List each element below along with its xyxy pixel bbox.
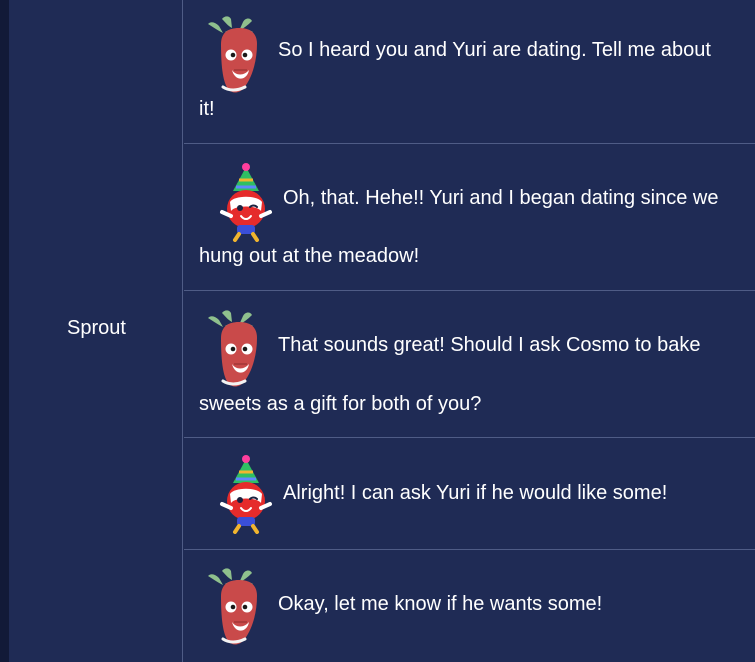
strawberry-character-icon (207, 309, 271, 391)
message-text-line-1: Okay, let me know if he wants some! (278, 593, 603, 615)
speaker-name: Sprout (67, 317, 126, 339)
dialogue-row: Okay, let me know if he wants some! (184, 550, 755, 662)
message-text-line-2: hung out at the meadow! (199, 245, 420, 267)
message-text-line-2: it! (199, 98, 215, 120)
dialogue-row: That sounds great! Should I ask Cosmo to… (184, 291, 755, 438)
party-hat-character-icon (214, 160, 278, 242)
message-text-line-1: Oh, that. Hehe!! Yuri and I began dating… (283, 187, 719, 209)
strawberry-character-icon (207, 15, 271, 97)
message-text-line-1: That sounds great! Should I ask Cosmo to… (278, 334, 701, 356)
dialogue-rows: So I heard you and Yuri are dating. Tell… (184, 0, 755, 662)
dialogue-row: Oh, that. Hehe!! Yuri and I began dating… (184, 144, 755, 291)
speaker-cell: Sprout (18, 0, 183, 662)
party-hat-character-icon (214, 452, 278, 534)
dialogue-row: Alright! I can ask Yuri if he would like… (184, 438, 755, 550)
message-text-line-1: So I heard you and Yuri are dating. Tell… (278, 39, 711, 61)
message-text-line-2: sweets as a gift for both of you? (199, 393, 482, 415)
message-text-line-1: Alright! I can ask Yuri if he would like… (283, 482, 668, 504)
dialogue-table: Sprout So I heard you and Yuri are datin… (0, 0, 755, 662)
strawberry-character-icon (207, 567, 271, 649)
dialogue-row: So I heard you and Yuri are dating. Tell… (184, 0, 755, 144)
